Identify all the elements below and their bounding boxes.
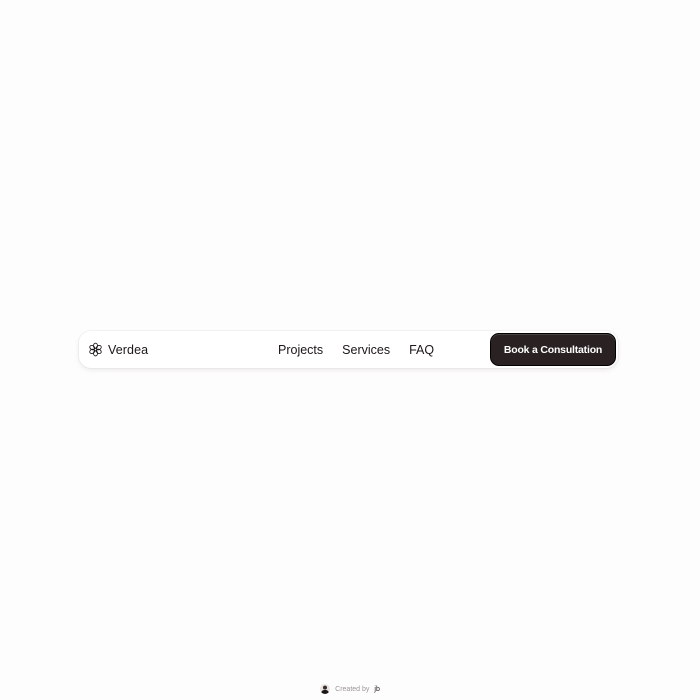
nav-link-faq[interactable]: FAQ — [409, 343, 434, 357]
created-by-label: Created by — [335, 685, 370, 693]
page: Verdea Projects Services FAQ Book a Cons… — [0, 0, 700, 700]
book-consultation-button[interactable]: Book a Consultation — [490, 333, 616, 366]
created-by-credit[interactable]: Created by jb — [0, 684, 700, 694]
flower-icon — [89, 342, 102, 357]
nav-links: Projects Services FAQ — [278, 331, 434, 368]
avatar — [320, 684, 331, 694]
nav-link-projects[interactable]: Projects — [278, 343, 323, 357]
nav-link-services[interactable]: Services — [342, 343, 390, 357]
navbar: Verdea Projects Services FAQ Book a Cons… — [79, 331, 618, 368]
author-name: jb — [374, 685, 380, 693]
brand-logo[interactable]: Verdea — [88, 331, 148, 368]
brand-name: Verdea — [108, 342, 149, 357]
